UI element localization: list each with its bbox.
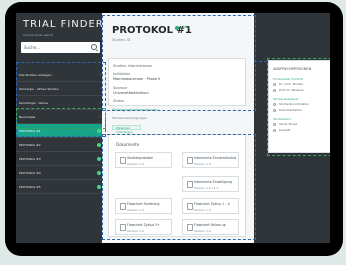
sidebar-item-label: PROTOKOL #4 [19,171,41,175]
sidebar-item-label: PROTOKOL #2 [19,143,41,147]
annotation-main-top [102,15,256,111]
sidebar-item[interactable]: PROTOKOL #3 [16,152,104,166]
annotation-leader [254,61,267,62]
annotation-leader [16,135,17,136]
sidebar-item[interactable]: PROTOKOL #5 [16,180,104,194]
status-indicator [97,185,101,189]
search-input[interactable]: Suche... [21,42,100,53]
add-patient-button[interactable]: Patienten hinzufügen [112,125,141,134]
sidebar-item[interactable]: PROTOKOL #2 [16,138,104,152]
section-note: Teilnahmebedingungen [112,116,147,120]
search-placeholder: Suche... [24,45,41,50]
add-patient-label: Patienten hinzufügen [116,126,133,134]
app-title: TRIAL FINDER [23,19,104,30]
device-frame: TRIAL FINDER Clinical trials search Such… [0,0,346,265]
search-icon[interactable] [91,44,97,50]
app-screen: TRIAL FINDER Clinical trials search Such… [16,13,330,243]
annotation-documents [102,134,256,240]
annotation-contacts [267,58,330,156]
status-indicator [97,157,101,161]
sidebar-item-label: PROTOKOL #5 [19,185,41,189]
status-indicator [97,143,101,147]
sidebar-item[interactable]: PROTOKOL #4 [16,166,104,180]
status-indicator [97,171,101,175]
app-subtitle: Clinical trials search [23,33,54,37]
annotation-active-item [16,108,106,129]
sidebar-item-label: PROTOKOL #3 [19,157,41,161]
